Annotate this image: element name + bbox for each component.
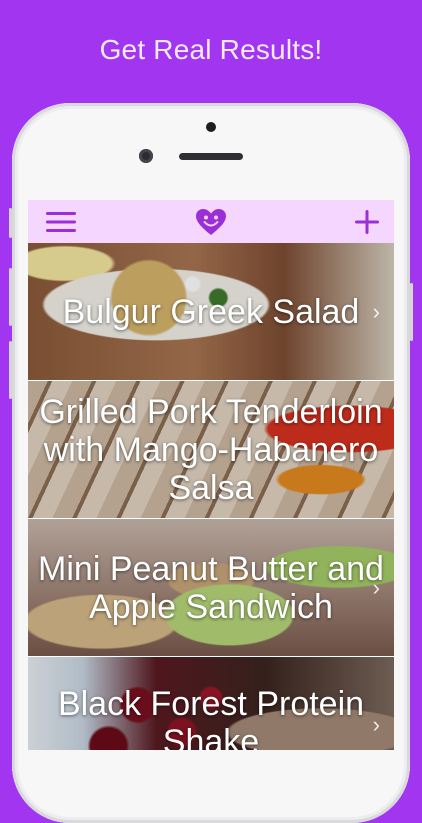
recipe-title: Bulgur Greek Salad: [62, 292, 360, 331]
power-button: [410, 283, 413, 341]
recipe-title: Mini Peanut Butter and Apple Sandwich: [38, 549, 384, 626]
recipe-row-mini-peanut-butter-apple-sandwich[interactable]: Mini Peanut Butter and Apple Sandwich ›: [28, 519, 394, 657]
volume-up-button: [9, 268, 12, 326]
recipe-title: Black Forest Protein Shake: [57, 685, 365, 750]
proximity-sensor: [206, 122, 216, 132]
marketing-tagline: Get Real Results!: [99, 34, 323, 65]
hamburger-menu-icon: [46, 211, 76, 232]
mute-switch: [9, 208, 12, 238]
home-logo-button[interactable]: [188, 200, 234, 243]
recipe-list: Bulgur Greek Salad › Grilled Pork Tender…: [28, 243, 394, 750]
smiling-heart-icon: [196, 208, 226, 235]
chevron-right-icon: ›: [372, 298, 380, 324]
earpiece-speaker: [179, 153, 243, 160]
menu-button[interactable]: [38, 200, 84, 243]
volume-down-button: [9, 341, 12, 399]
chevron-right-icon: ›: [372, 712, 380, 737]
chevron-right-icon: ›: [372, 574, 380, 600]
navigation-bar: [28, 200, 394, 244]
app-screen: Bulgur Greek Salad › Grilled Pork Tender…: [28, 200, 394, 750]
recipe-row-bulgur-greek-salad[interactable]: Bulgur Greek Salad ›: [28, 243, 394, 381]
front-camera: [139, 149, 153, 163]
recipe-row-grilled-pork-tenderloin[interactable]: Grilled Pork Tenderloin with Mango-Haban…: [28, 381, 394, 519]
recipe-row-black-forest-protein-shake[interactable]: Black Forest Protein Shake ›: [28, 657, 394, 750]
plus-icon: [355, 209, 379, 234]
add-button[interactable]: [344, 200, 390, 243]
recipe-title: Grilled Pork Tenderloin with Mango-Haban…: [39, 392, 383, 507]
